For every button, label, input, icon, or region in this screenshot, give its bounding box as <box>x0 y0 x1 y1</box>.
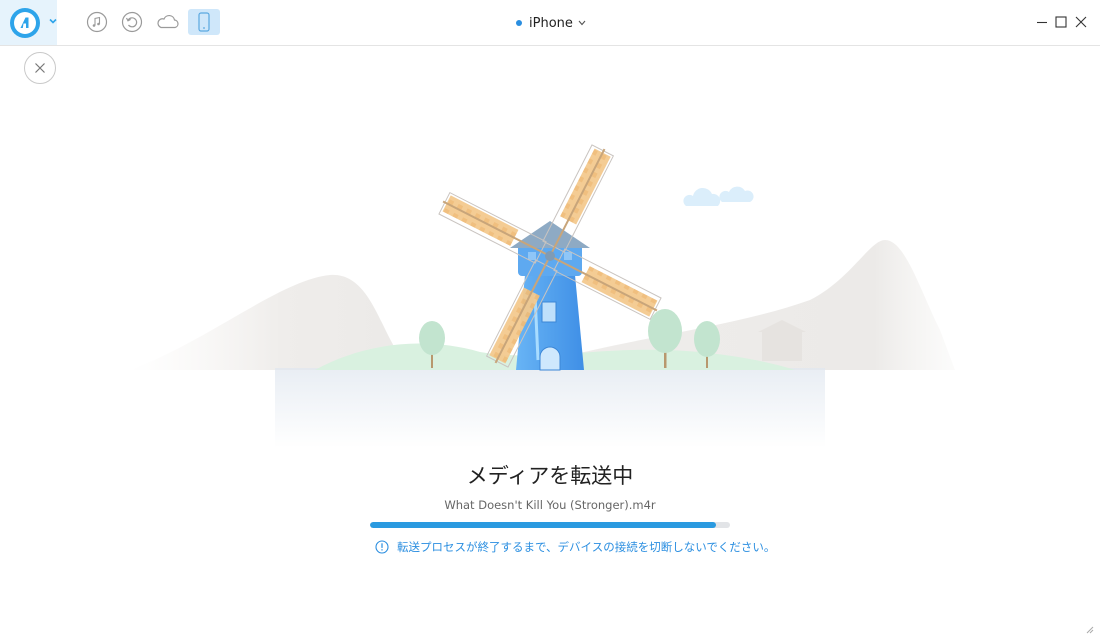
info-icon <box>375 540 389 554</box>
music-note-icon[interactable] <box>85 10 109 34</box>
current-file-name: What Doesn't Kill You (Stronger).m4r <box>444 498 656 512</box>
restore-icon[interactable] <box>120 10 144 34</box>
notice-text: 転送プロセスが終了するまで、デバイスの接続を切断しないでください。 <box>397 540 776 554</box>
phone-icon[interactable] <box>188 9 220 35</box>
transfer-heading: メディアを転送中 <box>466 464 634 488</box>
cloud-icon[interactable] <box>155 10 181 34</box>
chevron-down-icon <box>578 20 586 26</box>
minimize-icon[interactable] <box>1035 15 1049 29</box>
transfer-progress-fill <box>370 522 716 528</box>
close-icon <box>35 63 45 73</box>
resize-grip-icon[interactable] <box>1086 626 1094 634</box>
close-icon[interactable] <box>1074 15 1088 29</box>
chevron-down-icon <box>49 18 57 24</box>
windmill-illustration <box>130 144 955 448</box>
transfer-notice: 転送プロセスが終了するまで、デバイスの接続を切断しないでください。 <box>375 538 775 556</box>
device-name: iPhone <box>529 15 573 31</box>
title-bar: iPhone <box>0 0 1100 46</box>
device-selector[interactable]: iPhone <box>516 14 586 32</box>
close-button[interactable] <box>24 52 56 84</box>
maximize-icon[interactable] <box>1054 15 1068 29</box>
app-menu-button[interactable] <box>0 0 57 45</box>
transfer-progress-bar <box>370 522 730 528</box>
connection-status-dot <box>516 20 522 26</box>
app-logo-icon <box>10 8 40 38</box>
